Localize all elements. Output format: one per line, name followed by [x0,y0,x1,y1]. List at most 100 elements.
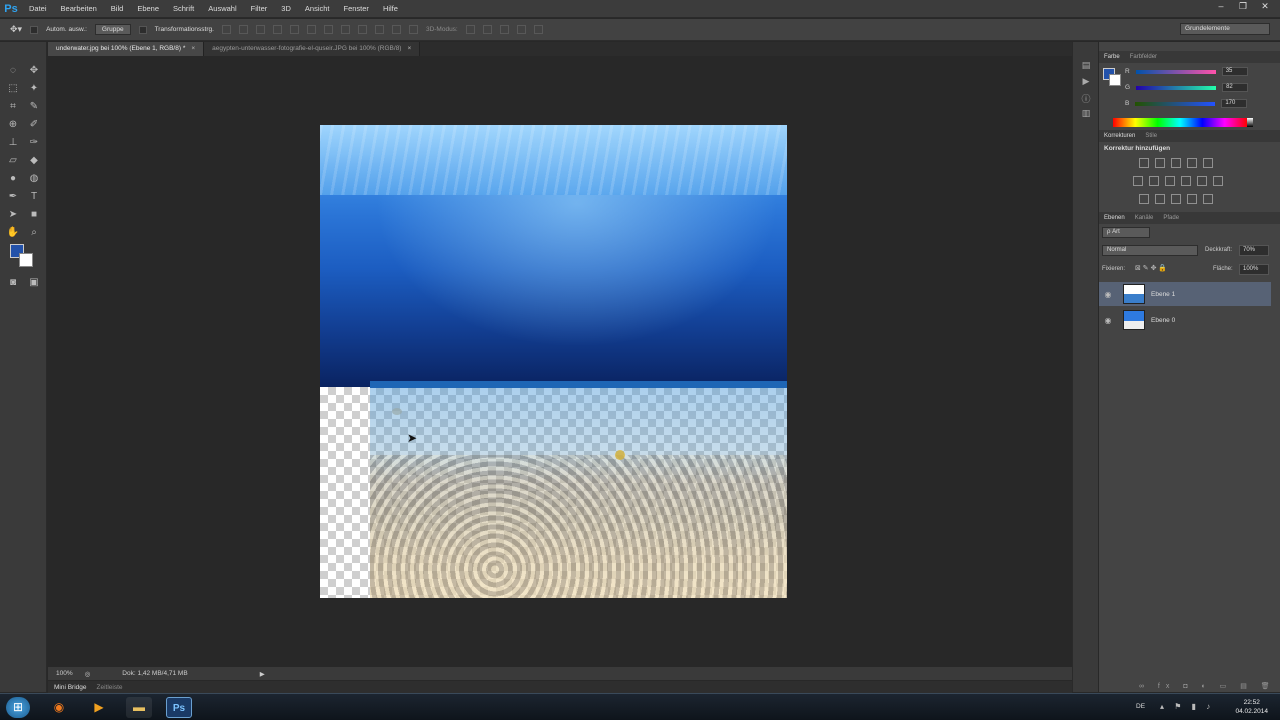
r-value[interactable]: 35 [1221,67,1248,76]
align-middle-icon[interactable] [238,25,248,34]
roll3d-icon[interactable] [482,25,492,34]
dodge-icon[interactable]: ◍ [27,172,41,186]
type-icon[interactable]: T [27,190,41,204]
color-balance-icon[interactable] [1149,176,1159,186]
align-right-icon[interactable] [306,25,316,34]
minimize-icon[interactable]: – [1210,0,1232,12]
tab-ebenen[interactable]: Ebenen [1104,215,1125,221]
tab-aegypten[interactable]: aegypten-unterwasser-fotografie-el-qusei… [204,42,421,56]
close-icon[interactable]: × [407,45,411,52]
move-tool-icon[interactable]: ✥ [27,64,41,78]
menu-schrift[interactable]: Schrift [166,0,201,18]
auto-select-checkbox[interactable] [30,25,39,34]
align-bottom-icon[interactable] [255,25,265,34]
tab-korrekturen[interactable]: Korrekturen [1104,133,1135,139]
lasso-icon[interactable]: ◌ [6,64,20,78]
bucket-icon[interactable]: ◆ [27,154,41,168]
drag3d-icon[interactable] [499,25,509,34]
photoshop-taskbar-button[interactable]: Ps [166,697,192,718]
tab-underwater[interactable]: underwater.jpg bei 100% (Ebene 1, RGB/8)… [48,42,205,56]
layer-row-ebene1[interactable]: ◉ Ebene 1 [1099,282,1271,306]
screen-mode-icon[interactable]: ▣ [27,276,41,290]
eye-icon[interactable]: ◉ [1099,290,1117,299]
tab-farbe[interactable]: Farbe [1104,54,1120,60]
layer-actions-icons[interactable]: ∞ fx ◘ ◐ ▭ ▤ 🗑 [1139,682,1276,690]
curves-icon[interactable] [1171,158,1181,168]
menu-3d[interactable]: 3D [274,0,298,18]
blur-icon[interactable]: ● [6,172,20,186]
history-brush-icon[interactable]: ✑ [27,136,41,150]
background-color-swatch[interactable] [19,253,33,267]
explorer-icon[interactable]: ▬ [126,697,152,718]
align-center-icon[interactable] [289,25,299,34]
align-left-icon[interactable] [272,25,282,34]
layer-name[interactable]: Ebene 1 [1151,291,1175,298]
opacity-field[interactable]: 70% [1239,245,1269,256]
r-slider[interactable] [1135,69,1216,74]
selective-color-icon[interactable] [1203,194,1213,204]
zoom-level[interactable]: 100% [56,670,73,677]
distribute-left-icon[interactable] [374,25,384,34]
hand-icon[interactable]: ✋ [6,226,20,240]
quick-mask-icon[interactable]: ◙ [6,276,20,290]
menu-bild[interactable]: Bild [104,0,131,18]
photo-filter-icon[interactable] [1181,176,1191,186]
color-spectrum[interactable] [1113,118,1247,127]
status-menu-arrow-icon[interactable]: ▶ [260,670,265,678]
menu-fenster[interactable]: Fenster [337,0,376,18]
distribute-bottom-icon[interactable] [357,25,367,34]
b-value[interactable]: 170 [1221,99,1248,108]
channel-mixer-icon[interactable] [1197,176,1207,186]
tab-farbfelder[interactable]: Farbfelder [1130,54,1157,60]
menu-ebene[interactable]: Ebene [130,0,166,18]
eye-icon[interactable]: ◉ [1099,316,1117,325]
b-slider[interactable] [1135,101,1216,106]
gradient-map-icon[interactable] [1187,194,1197,204]
g-value[interactable]: 82 [1222,83,1249,92]
tab-mini-bridge[interactable]: Mini Bridge [54,684,87,691]
distribute-top-icon[interactable] [323,25,333,34]
auto-select-dropdown[interactable]: Gruppe [94,24,131,35]
menu-filter[interactable]: Filter [244,0,275,18]
scale3d-icon[interactable] [533,25,543,34]
properties-icon[interactable]: ▥ [1080,108,1092,120]
history-icon[interactable]: ▤ [1080,60,1092,72]
color-spectrum-bw[interactable] [1247,118,1253,127]
lock-icon[interactable]: ⊠ ✎ ✥ 🔒 [1135,264,1167,272]
invert-icon[interactable] [1139,194,1149,204]
fill-field[interactable]: 100% [1239,264,1269,275]
layer-name[interactable]: Ebene 0 [1151,317,1175,324]
align-top-icon[interactable] [221,25,231,34]
tray-icons[interactable]: ▴ ⚑ ▮ ♪ [1160,702,1214,711]
restore-icon[interactable]: ❐ [1232,0,1254,12]
tab-zeitleiste[interactable]: Zeitleiste [97,684,123,691]
eraser-icon[interactable]: ▱ [6,154,20,168]
crop-icon[interactable]: ⌗ [6,100,20,114]
layer-filter-dropdown[interactable]: ρ Art [1102,227,1150,238]
start-button-icon[interactable]: ⊞ [6,697,30,718]
auto-align-icon[interactable] [408,25,418,34]
info-icon[interactable]: ⓘ [1080,92,1092,104]
pen-icon[interactable]: ✒ [6,190,20,204]
actions-icon[interactable]: ▶ [1080,76,1092,88]
path-select-icon[interactable]: ➤ [6,208,20,222]
layer-row-ebene0[interactable]: ◉ Ebene 0 [1099,308,1271,332]
menu-auswahl[interactable]: Auswahl [201,0,243,18]
g-slider[interactable] [1136,85,1217,90]
close-icon[interactable]: ✕ [1254,0,1276,12]
magic-wand-icon[interactable]: ✦ [27,82,41,96]
language-indicator[interactable]: DE [1136,703,1145,710]
status-info-icon[interactable]: ◎ [85,670,91,678]
levels-icon[interactable] [1155,158,1165,168]
workspace-dropdown[interactable]: Grundelemente [1180,23,1270,35]
document-canvas[interactable] [320,125,787,598]
black-white-icon[interactable] [1165,176,1175,186]
marquee-icon[interactable]: ⬚ [6,82,20,96]
media-player-icon[interactable]: ▶ [86,697,112,718]
transform-checkbox[interactable] [138,25,147,34]
healing-icon[interactable]: ⊕ [6,118,20,132]
blend-mode-dropdown[interactable]: Normal [1102,245,1198,256]
vibrance-icon[interactable] [1203,158,1213,168]
menu-bearbeiten[interactable]: Bearbeiten [54,0,104,18]
eyedropper-icon[interactable]: ✎ [27,100,41,114]
